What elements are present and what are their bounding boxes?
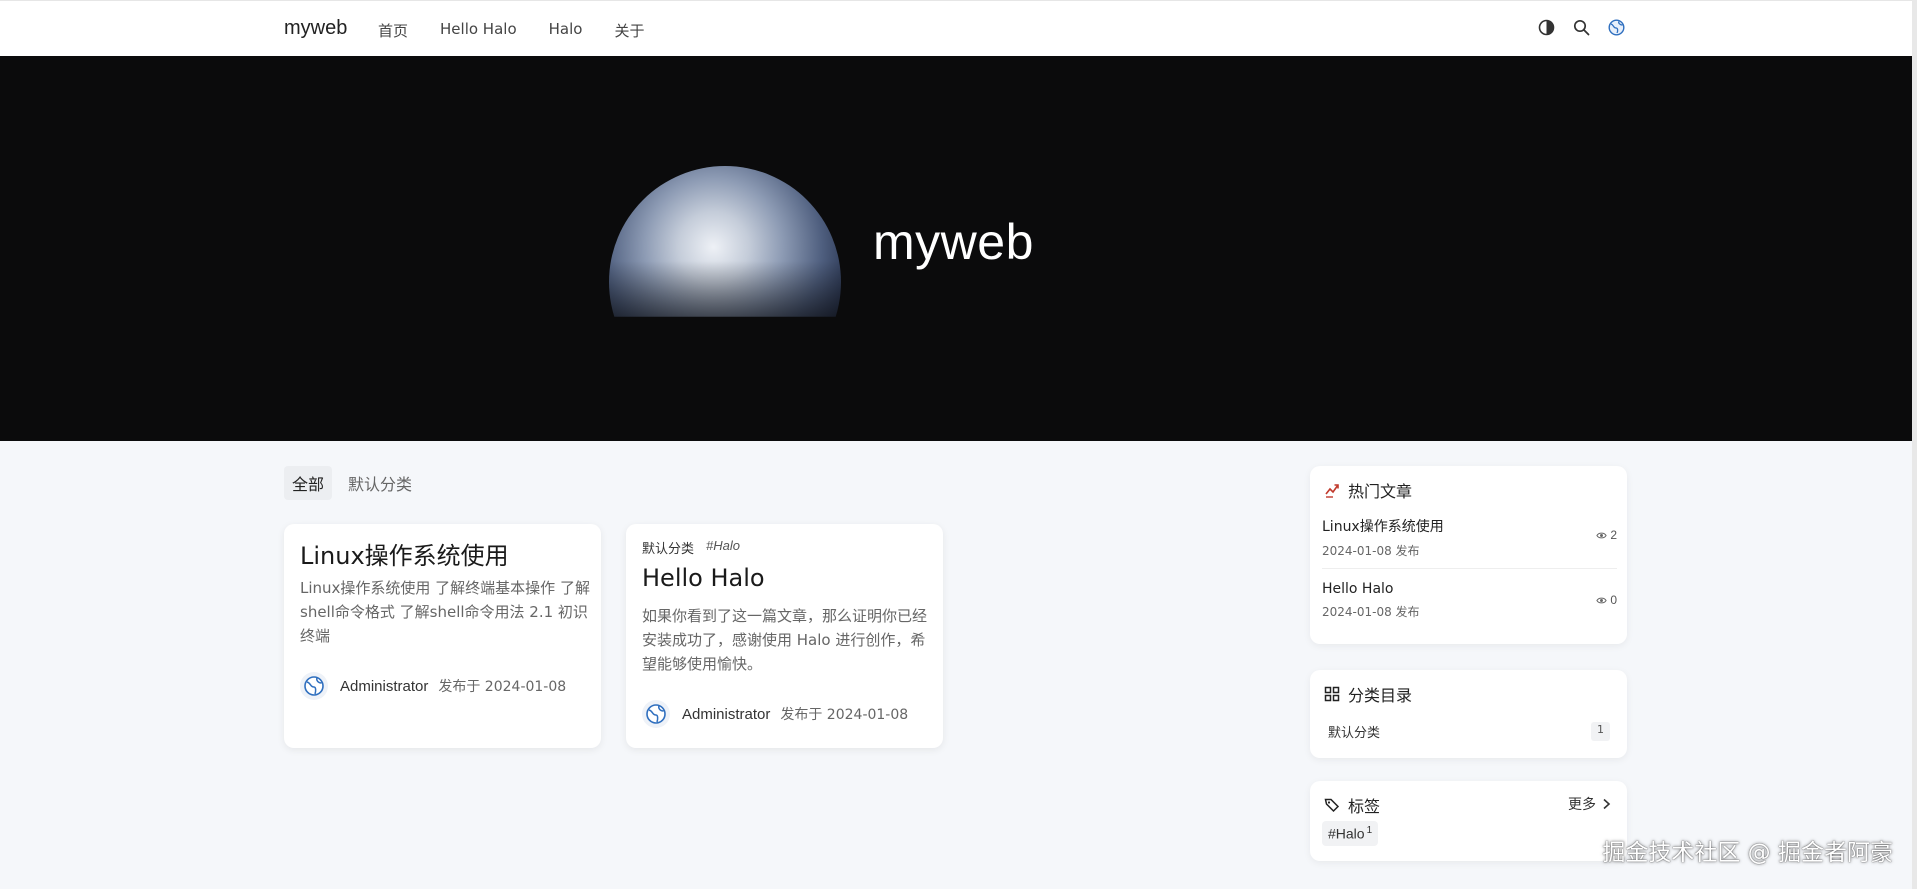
widget-title: 标签	[1348, 797, 1381, 816]
category-name[interactable]: 默认分类	[1328, 722, 1380, 741]
post-card[interactable]: Linux操作系统使用 Linux操作系统使用 了解终端基本操作 了解shell…	[284, 524, 601, 748]
eye-icon	[1596, 597, 1607, 603]
nav-item-about[interactable]: 关于	[614, 20, 644, 41]
tab-all[interactable]: 全部	[284, 466, 333, 500]
category-item[interactable]: 默认分类 1	[1328, 722, 1610, 741]
site-brand[interactable]: myweb	[284, 17, 347, 40]
post-date: 发布于 2024-01-08	[780, 707, 909, 723]
hot-posts-widget: 热门文章 Linux操作系统使用 2024-01-08 发布 2 Hello H…	[1310, 466, 1627, 644]
theme-toggle-icon[interactable]	[1538, 19, 1555, 36]
divider	[1322, 568, 1617, 569]
hot-post-date: 2024-01-08 发布	[1322, 605, 1420, 619]
post-tag[interactable]: #Halo	[706, 538, 740, 557]
author-avatar-icon[interactable]	[642, 700, 670, 728]
category-count: 1	[1591, 722, 1610, 741]
search-icon[interactable]	[1573, 19, 1590, 36]
header-actions	[1538, 19, 1625, 36]
post-author[interactable]: Administrator	[682, 706, 770, 723]
more-tags-link[interactable]: 更多	[1568, 794, 1611, 814]
post-title[interactable]: Hello Halo	[642, 564, 765, 592]
widget-header: 热门文章	[1324, 478, 1412, 502]
post-meta: Administrator 发布于 2024-01-08	[642, 700, 908, 728]
post-meta: Administrator 发布于 2024-01-08	[300, 672, 566, 700]
more-label[interactable]: 更多	[1568, 794, 1596, 814]
post-excerpt: Linux操作系统使用 了解终端基本操作 了解shell命令格式 了解shell…	[300, 579, 590, 645]
tab-default-category[interactable]: 默认分类	[340, 466, 420, 500]
top-navbar: myweb 首页 Hello Halo Halo 关于	[0, 0, 1912, 56]
widget-title: 分类目录	[1348, 686, 1413, 705]
hero-title: myweb	[873, 214, 1034, 270]
main-nav: 首页 Hello Halo Halo 关于	[378, 20, 676, 41]
hero-banner: myweb	[0, 56, 1912, 441]
category-filter-tabs: 全部 默认分类	[284, 466, 420, 500]
post-category[interactable]: 默认分类	[642, 538, 694, 557]
tag-chip[interactable]: #Halo 1	[1322, 821, 1379, 846]
post-title[interactable]: Linux操作系统使用	[300, 536, 509, 571]
chevron-right-icon	[1603, 798, 1611, 810]
widget-header: 分类目录	[1324, 682, 1412, 706]
globe-avatar-icon[interactable]	[1608, 19, 1625, 36]
grid-icon	[1324, 686, 1340, 702]
fire-trend-icon	[1324, 482, 1340, 498]
hot-post-item[interactable]: Hello Halo 2024-01-08 发布 0	[1322, 581, 1617, 620]
post-date: 发布于 2024-01-08	[438, 679, 567, 695]
tags-widget: 标签 更多 #Halo 1	[1310, 781, 1627, 861]
nav-item-home[interactable]: 首页	[378, 20, 408, 41]
view-count-value: 0	[1610, 593, 1617, 607]
widget-title: 热门文章	[1348, 482, 1413, 501]
tag-count: 1	[1366, 825, 1373, 836]
eye-icon	[1596, 532, 1607, 538]
post-excerpt: 如果你看到了这一篇文章，那么证明你已经安装成功了，感谢使用 Halo 进行创作，…	[642, 607, 928, 673]
view-count: 2	[1596, 528, 1617, 542]
widget-header: 标签	[1324, 793, 1380, 817]
tag-icon	[1324, 797, 1340, 813]
post-card[interactable]: 默认分类 #Halo Hello Halo 如果你看到了这一篇文章，那么证明你已…	[626, 524, 943, 748]
categories-widget: 分类目录 默认分类 1	[1310, 670, 1627, 758]
hot-post-title[interactable]: Hello Halo	[1322, 581, 1617, 597]
watermark: 掘金技术社区 @ 掘金者阿豪	[1602, 840, 1893, 866]
hot-post-item[interactable]: Linux操作系统使用 2024-01-08 发布 2	[1322, 516, 1617, 559]
post-taxonomy: 默认分类 #Halo	[642, 538, 740, 557]
scrollbar[interactable]	[1912, 0, 1917, 889]
hot-post-title[interactable]: Linux操作系统使用	[1322, 516, 1617, 536]
author-avatar-icon[interactable]	[300, 672, 328, 700]
nav-item-halo[interactable]: Halo	[549, 20, 583, 41]
nav-item-hello-halo[interactable]: Hello Halo	[440, 20, 517, 41]
tag-name[interactable]: #Halo	[1328, 826, 1365, 842]
view-count-value: 2	[1610, 528, 1617, 542]
earth-shadow	[600, 261, 850, 351]
post-author[interactable]: Administrator	[340, 678, 428, 695]
view-count: 0	[1596, 593, 1617, 607]
hot-post-date: 2024-01-08 发布	[1322, 544, 1420, 558]
